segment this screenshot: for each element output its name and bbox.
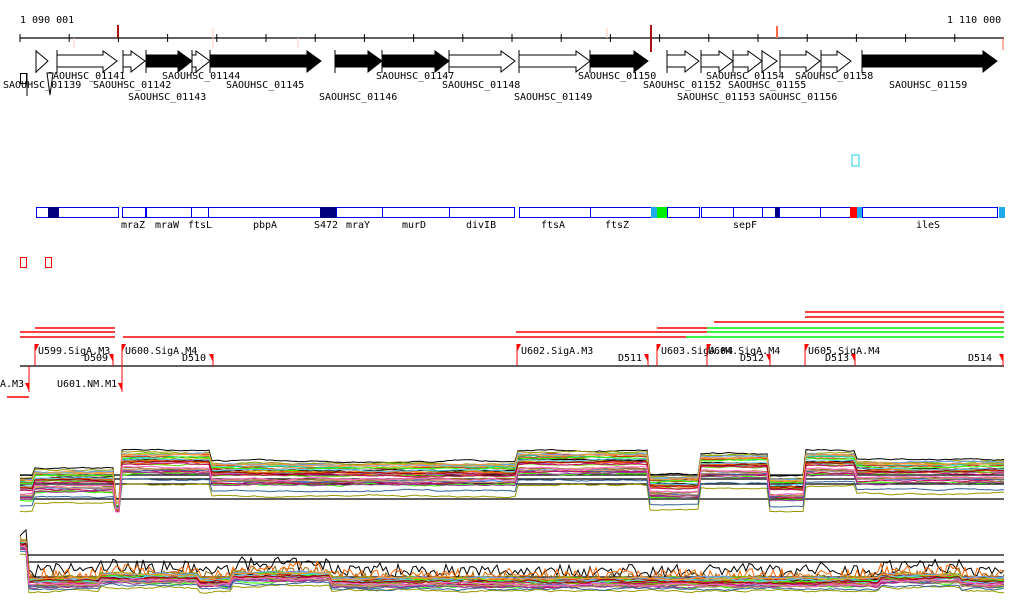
promoter-label: A.M3	[0, 379, 24, 390]
gene-SAOUHSC_01159[interactable]: SAOUHSC_01159	[861, 50, 998, 91]
annotation-label: ileS	[916, 220, 940, 231]
annotation-box[interactable]	[667, 207, 700, 218]
promoter-flag-icon	[25, 383, 29, 391]
gene-arrow[interactable]	[589, 50, 649, 74]
gene-label: SAOUHSC_01146	[319, 92, 397, 103]
gene-arrow[interactable]	[448, 50, 516, 74]
annotation-box[interactable]	[657, 207, 668, 218]
annotation-box[interactable]	[449, 207, 515, 218]
gene-arrow[interactable]	[779, 50, 821, 74]
gene-arrow[interactable]	[666, 50, 700, 74]
gene-arrow[interactable]	[381, 50, 450, 74]
annotation-label: pbpA	[253, 220, 277, 231]
gene-SAOUHSC_01147[interactable]: SAOUHSC_01147	[376, 50, 454, 82]
gene-arrow[interactable]	[761, 50, 778, 73]
annotation-label: mraY	[346, 220, 370, 231]
annotation-label: murD	[402, 220, 426, 231]
annotation-box[interactable]	[775, 207, 780, 218]
annotation-label: sepF	[733, 220, 757, 231]
gene-arrow[interactable]	[122, 50, 146, 74]
promoter-label: D513	[825, 353, 849, 364]
promoter-flag-icon	[999, 354, 1003, 362]
annotation-track: mraZ mraW ftsL pbpA S472 mraY murD divIB ftsA fts…	[36, 207, 1005, 231]
annotation-label: ftsA	[541, 220, 565, 231]
gene-label: SAOUHSC_01159	[889, 80, 967, 91]
promoter-label: D509	[84, 353, 108, 364]
gene-arrow[interactable]	[191, 50, 211, 74]
annotation-box[interactable]	[382, 207, 450, 218]
promoter[interactable]: D511	[618, 353, 649, 366]
gene-arrow[interactable]	[56, 50, 118, 74]
promoter-label: D514	[968, 353, 992, 364]
gene-arrow[interactable]	[35, 49, 49, 74]
promoter[interactable]: U602.SigA.M3	[516, 344, 593, 366]
ruler-end-label: 1 110 000	[947, 15, 1001, 26]
annotation-box[interactable]	[191, 207, 209, 218]
annotation-box[interactable]	[651, 207, 658, 218]
annotation-box[interactable]	[857, 207, 863, 218]
gene-arrow[interactable]	[209, 50, 322, 74]
gene-arrow[interactable]	[145, 50, 193, 74]
gene-label: SAOUHSC_01153	[677, 92, 755, 103]
annotation-box[interactable]	[762, 207, 776, 218]
promoter-label: D511	[618, 353, 642, 364]
annotation-box[interactable]	[733, 207, 763, 218]
gene-arrow[interactable]	[820, 50, 852, 74]
promoter[interactable]: D510	[182, 353, 214, 366]
gene-arrow[interactable]	[700, 50, 734, 74]
genome-browser: 1 090 001 1 110 000 SAOUHSC_01139SAOUHSC…	[0, 15, 1005, 594]
annotation-box[interactable]	[999, 207, 1005, 218]
annotation-box[interactable]	[820, 207, 851, 218]
gene-label: SAOUHSC_01156	[759, 92, 837, 103]
promoter[interactable]: U601.NM.M1	[57, 366, 123, 392]
gene-track: SAOUHSC_01139SAOUHSC_01141SAOUHSC_01142S…	[3, 49, 998, 103]
feature-marker[interactable]	[851, 154, 860, 167]
feature-marker[interactable]	[45, 257, 52, 268]
annotation-box[interactable]	[320, 207, 337, 218]
gene-arrow[interactable]	[334, 50, 383, 74]
gene-label: SAOUHSC_01148	[442, 80, 520, 91]
gene-label: SAOUHSC_01143	[128, 92, 206, 103]
promoter[interactable]: D514	[968, 353, 1004, 366]
gene-arrow[interactable]	[861, 50, 998, 74]
gene-label: SAOUHSC_01149	[514, 92, 592, 103]
promoter-track: U599.SigA.M3D509U600.SigA.M4D510U602.Sig…	[0, 344, 1004, 398]
ruler-track: 1 090 001 1 110 000	[19, 15, 1004, 52]
gene-arrow[interactable]	[518, 50, 591, 74]
annotation-box[interactable]	[336, 207, 383, 218]
annotation-box[interactable]	[850, 207, 858, 218]
gene-arrow[interactable]	[732, 50, 763, 74]
annotation-box[interactable]	[519, 207, 591, 218]
annotation-label: ftsL	[188, 220, 212, 231]
annotation-box[interactable]	[779, 207, 821, 218]
annotation-label: mraZ	[121, 220, 145, 231]
feature-marker[interactable]	[20, 257, 27, 268]
annotation-box[interactable]	[590, 207, 656, 218]
transcript-track	[20, 311, 1004, 338]
promoter[interactable]: A.M3	[0, 366, 30, 392]
annotation-label: ftsZ	[605, 220, 629, 231]
annotation-label: mraW	[155, 220, 180, 231]
annotation-box[interactable]	[208, 207, 321, 218]
promoter-flag-icon	[644, 354, 648, 362]
annotation-box[interactable]	[146, 207, 192, 218]
gene-SAOUHSC_01150[interactable]: SAOUHSC_01150	[578, 50, 656, 82]
annotation-box[interactable]	[48, 207, 59, 218]
gene-label: SAOUHSC_01142	[93, 80, 171, 91]
annotation-label: divIB	[466, 220, 496, 231]
annotation-label: S472	[314, 220, 338, 231]
gene-SAOUHSC_01141[interactable]: SAOUHSC_01141	[47, 50, 125, 82]
promoter-label: D512	[740, 353, 764, 364]
promoter-label: U601.NM.M1	[57, 379, 117, 390]
annotation-box[interactable]	[862, 207, 998, 218]
ruler-start-label: 1 090 001	[20, 15, 74, 26]
annotation-box[interactable]	[701, 207, 734, 218]
gene-label: SAOUHSC_01145	[226, 80, 304, 91]
promoter-label: U602.SigA.M3	[521, 346, 593, 357]
promoter-flag-icon	[209, 354, 213, 362]
expression-track	[19, 448, 1005, 594]
promoter-flag-icon	[118, 383, 122, 391]
annotation-box[interactable]	[122, 207, 146, 218]
promoter-label: D510	[182, 353, 206, 364]
